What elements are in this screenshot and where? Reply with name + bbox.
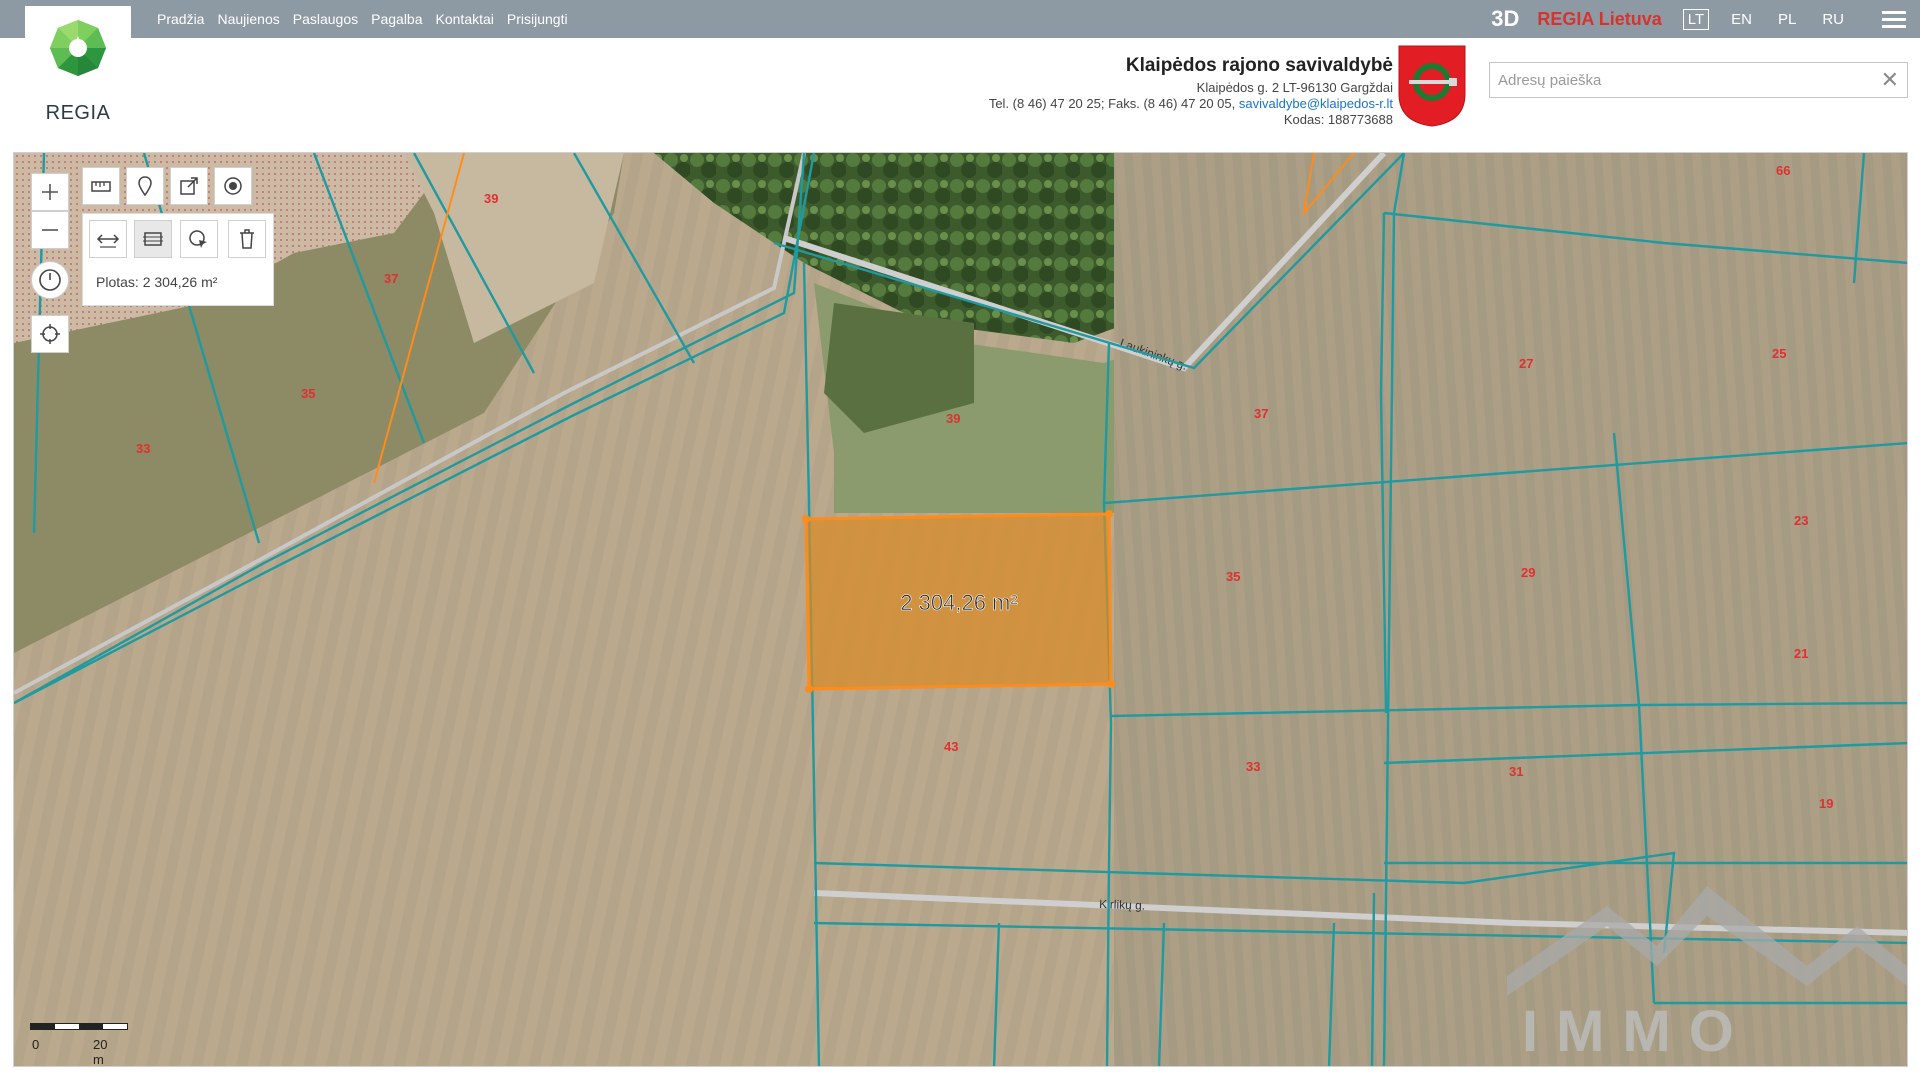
zoom-in-button[interactable] (31, 173, 69, 211)
delete-measure-button[interactable] (228, 220, 266, 258)
parcel-number: 37 (1254, 406, 1268, 421)
measure-area-button[interactable] (134, 220, 172, 258)
layers-tool-button[interactable] (82, 167, 120, 205)
parcel-number: 23 (1794, 513, 1808, 528)
top-bar: Pradžia Naujienos Paslaugos Pagalba Kont… (0, 0, 1920, 38)
nav-pradzia[interactable]: Pradžia (157, 11, 204, 27)
share-icon (180, 177, 198, 195)
parcel-number: 35 (301, 386, 315, 401)
locate-button[interactable] (31, 315, 69, 353)
parcel-number: 35 (1226, 569, 1240, 584)
measured-area-label: 2 304,26 m² (900, 590, 1017, 615)
street-label-kirliku: Kirlikų g. (1099, 897, 1145, 913)
scale-zero-label: 0 (32, 1037, 40, 1052)
nav-kontaktai[interactable]: Kontaktai (436, 11, 494, 27)
measure-distance-button[interactable] (89, 220, 127, 258)
address-search: ✕ (1489, 62, 1908, 98)
nav-prisijungti[interactable]: Prisijungti (507, 11, 568, 27)
plus-icon (42, 184, 58, 200)
clock-icon (39, 269, 61, 291)
parcel-number: 43 (944, 739, 958, 754)
select-parcel-button[interactable] (180, 220, 218, 258)
nav-pagalba[interactable]: Pagalba (371, 11, 422, 27)
lang-lt[interactable]: LT (1682, 8, 1710, 30)
area-icon (143, 232, 163, 246)
trash-icon (240, 229, 254, 249)
minus-icon (42, 229, 58, 231)
scale-distance-label: 20 m (93, 1037, 108, 1067)
distance-icon (96, 234, 120, 248)
map-marker-icon (138, 176, 152, 197)
measure-panel: Plotas: 2 304,26 m² (82, 213, 274, 306)
parcel-number: 27 (1519, 356, 1533, 371)
coat-of-arms-icon (1398, 45, 1466, 127)
municipality-code: Kodas: 188773688 (1283, 112, 1393, 127)
main-nav: Pradžia Naujienos Paslaugos Pagalba Kont… (157, 0, 568, 38)
municipality-address: Klaipėdos g. 2 LT-96130 Gargždai (1196, 80, 1393, 95)
nav-paslaugos[interactable]: Paslaugos (293, 11, 358, 27)
share-tool-button[interactable] (170, 167, 208, 205)
scale-bar (30, 1023, 128, 1030)
parcel-number: 21 (1794, 646, 1808, 661)
measure-result-text: Plotas: 2 304,26 m² (96, 274, 218, 290)
parcel-number: 39 (946, 411, 960, 426)
immo-watermark-logo: IMMO (1507, 886, 1907, 1064)
municipality-info: Klaipėdos rajono savivaldybė Klaipėdos g… (989, 55, 1393, 128)
zoom-out-button[interactable] (31, 211, 69, 249)
nav-naujienos[interactable]: Naujienos (217, 11, 279, 27)
lang-pl[interactable]: PL (1774, 10, 1800, 29)
lang-ru[interactable]: RU (1818, 10, 1848, 29)
parcel-number: 37 (384, 271, 398, 286)
parcel-number: 19 (1819, 796, 1833, 811)
municipality-name: Klaipėdos rajono savivaldybė (1125, 55, 1393, 76)
regia-lietuva-link[interactable]: REGIA Lietuva (1537, 9, 1661, 30)
marker-tool-button[interactable] (126, 167, 164, 205)
watermark-text: IMMO (1522, 999, 1752, 1064)
parcel-number: 66 (1776, 163, 1790, 178)
clear-search-icon[interactable]: ✕ (1881, 69, 1899, 91)
parcel-number: 25 (1772, 346, 1786, 361)
target-icon (224, 177, 242, 195)
parcel-number: 31 (1509, 764, 1523, 779)
parcel-number: 39 (484, 191, 498, 206)
point-tool-button[interactable] (214, 167, 252, 205)
parcel-number: 33 (136, 441, 150, 456)
municipality-email-link[interactable]: savivaldybe@klaipedos-r.lt (1239, 96, 1393, 111)
map-view[interactable]: Laukininkų g. Kirlikų g. 39 37 35 33 39 … (13, 152, 1908, 1067)
ruler-icon (91, 181, 111, 192)
logo-text: REGIA (45, 102, 111, 124)
parcel-number: 33 (1246, 759, 1260, 774)
cursor-select-icon (189, 230, 207, 248)
municipality-contacts: Tel. (8 46) 47 20 25; Faks. (8 46) 47 20… (989, 96, 1393, 112)
3d-button[interactable]: 3D (1491, 6, 1519, 32)
crosshair-icon (40, 324, 60, 344)
hamburger-menu-icon[interactable] (1882, 10, 1906, 28)
parcel-number: 29 (1521, 565, 1535, 580)
lang-en[interactable]: EN (1727, 10, 1756, 29)
top-right-controls: 3D REGIA Lietuva LT EN PL RU (1491, 0, 1920, 38)
address-search-input[interactable] (1490, 63, 1866, 97)
regia-logo[interactable]: REGIA (25, 6, 131, 126)
municipality-phones: Tel. (8 46) 47 20 25; Faks. (8 46) 47 20… (988, 96, 1236, 111)
regia-logo-icon (50, 20, 106, 76)
history-button[interactable] (31, 261, 69, 299)
